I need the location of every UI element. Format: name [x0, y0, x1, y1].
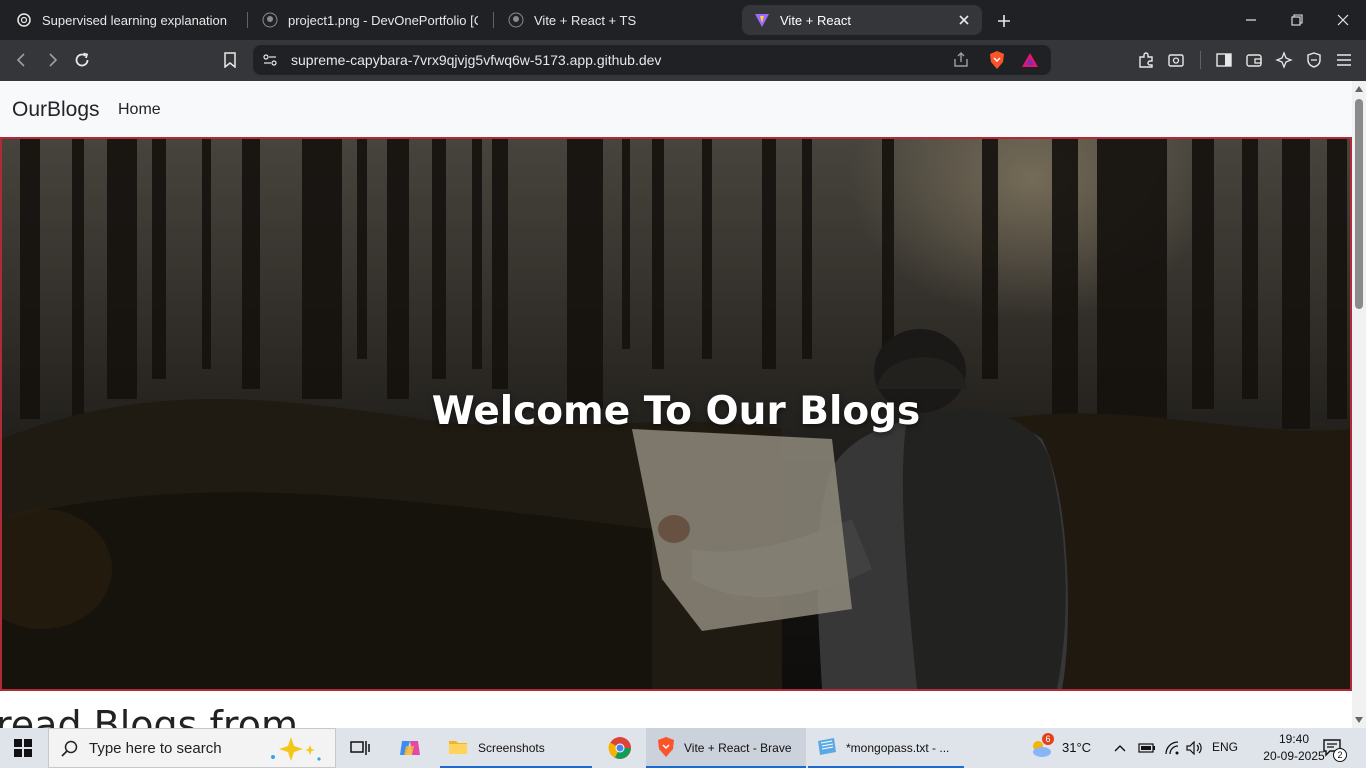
tab-title: Vite + React + TS — [534, 12, 637, 28]
notepad-icon — [816, 737, 838, 760]
tab-separator — [493, 12, 494, 28]
openai-icon — [16, 12, 32, 28]
site-navbar: OurBlogs Home — [0, 81, 1352, 137]
sidebar-toggle-icon[interactable] — [1212, 48, 1236, 72]
tab-vite-react-ts[interactable]: Vite + React + TS — [496, 5, 736, 35]
extensions-icon[interactable] — [1134, 48, 1158, 72]
copilot-icon[interactable] — [398, 728, 424, 768]
new-tab-button[interactable] — [993, 10, 1015, 32]
site-settings-icon[interactable] — [262, 52, 278, 73]
hero-title: Welcome To Our Blogs — [431, 389, 921, 434]
scroll-down-arrow-icon[interactable] — [1355, 716, 1363, 724]
tab-separator — [247, 12, 248, 28]
chrome-icon[interactable] — [608, 728, 634, 768]
leo-ai-icon[interactable] — [1272, 48, 1296, 72]
tab-supervised-learning[interactable]: Supervised learning explanation — [4, 5, 244, 35]
scrollbar-thumb[interactable] — [1355, 99, 1363, 309]
tab-project1[interactable]: project1.png - DevOnePortfolio [Cod — [250, 5, 490, 35]
page-scrollbar[interactable] — [1352, 81, 1366, 728]
notification-icon[interactable] — [1322, 728, 1348, 768]
task-view-icon[interactable] — [350, 728, 372, 768]
weather-temperature[interactable]: 31°C — [1062, 740, 1091, 755]
folder-icon — [448, 738, 468, 759]
clock-time[interactable]: 19:40 — [1264, 732, 1324, 746]
browser-tab-strip: Supervised learning explanation project1… — [0, 0, 1366, 40]
bookmark-icon[interactable] — [218, 48, 242, 72]
brave-icon — [656, 736, 676, 761]
close-tab-icon[interactable] — [956, 12, 972, 28]
taskbar-app-label: *mongopass.txt - ... — [846, 741, 950, 755]
section-heading: read Blogs from — [0, 703, 298, 728]
nav-link-home[interactable]: Home — [118, 101, 161, 119]
clock-date[interactable]: 20-09-2025 — [1258, 749, 1330, 763]
windows-start-icon[interactable] — [14, 728, 36, 768]
reload-icon[interactable] — [70, 48, 94, 72]
back-arrow-icon[interactable] — [10, 48, 34, 72]
battery-icon[interactable] — [1138, 728, 1156, 768]
taskbar-app-brave[interactable]: Vite + React - Brave — [646, 728, 806, 768]
taskbar-search[interactable]: Type here to search — [48, 728, 336, 768]
menu-icon[interactable] — [1332, 48, 1356, 72]
url-text: supreme-capybara-7vrx9qjvjg5vfwq6w-5173.… — [291, 52, 662, 68]
browser-toolbar: supreme-capybara-7vrx9qjvjg5vfwq6w-5173.… — [0, 40, 1366, 81]
taskbar-app-label: Vite + React - Brave — [684, 741, 792, 755]
taskbar-app-notepad[interactable]: *mongopass.txt - ... — [808, 728, 964, 768]
forward-arrow-icon[interactable] — [40, 48, 64, 72]
share-icon[interactable] — [952, 51, 970, 74]
tab-title: Vite + React — [780, 12, 851, 28]
search-placeholder: Type here to search — [89, 739, 222, 757]
volume-icon[interactable] — [1186, 728, 1206, 768]
hero-banner: Welcome To Our Blogs — [0, 137, 1352, 691]
toolbar-divider — [1200, 51, 1201, 69]
address-bar[interactable]: supreme-capybara-7vrx9qjvjg5vfwq6w-5173.… — [253, 45, 1051, 75]
chevron-up-icon[interactable] — [1114, 728, 1130, 768]
wallet-icon[interactable] — [1242, 48, 1266, 72]
close-window-icon[interactable] — [1331, 8, 1355, 32]
restore-window-icon[interactable] — [1285, 8, 1309, 32]
scroll-up-arrow-icon[interactable] — [1355, 85, 1363, 93]
taskbar-app-label: Screenshots — [478, 741, 545, 755]
taskbar-app-screenshots[interactable]: Screenshots — [440, 728, 592, 768]
vite-icon — [754, 12, 770, 28]
brave-shields-icon[interactable] — [988, 50, 1006, 75]
brave-rewards-icon[interactable] — [1021, 51, 1039, 74]
search-icon — [61, 740, 79, 763]
tab-title: Supervised learning explanation — [42, 12, 228, 28]
minimize-window-icon[interactable] — [1239, 8, 1263, 32]
windows-taskbar: Type here to search Screenshots Vite + R… — [0, 728, 1366, 768]
tab-title: project1.png - DevOnePortfolio [Cod — [288, 12, 478, 28]
notification-count: 2 — [1333, 748, 1347, 762]
vpn-shield-icon[interactable] — [1302, 48, 1326, 72]
tab-vite-react[interactable]: Vite + React — [742, 5, 982, 35]
wifi-icon[interactable] — [1164, 728, 1182, 768]
site-brand[interactable]: OurBlogs — [12, 98, 100, 122]
web-page: OurBlogs Home Welcome To Our Blogs read … — [0, 81, 1352, 728]
sparkle-icon — [265, 735, 325, 768]
github-icon — [262, 12, 278, 28]
github-icon — [508, 12, 524, 28]
reading-list-icon[interactable] — [1164, 48, 1188, 72]
language-indicator[interactable]: ENG — [1212, 740, 1238, 754]
weather-badge: 6 — [1042, 733, 1054, 745]
